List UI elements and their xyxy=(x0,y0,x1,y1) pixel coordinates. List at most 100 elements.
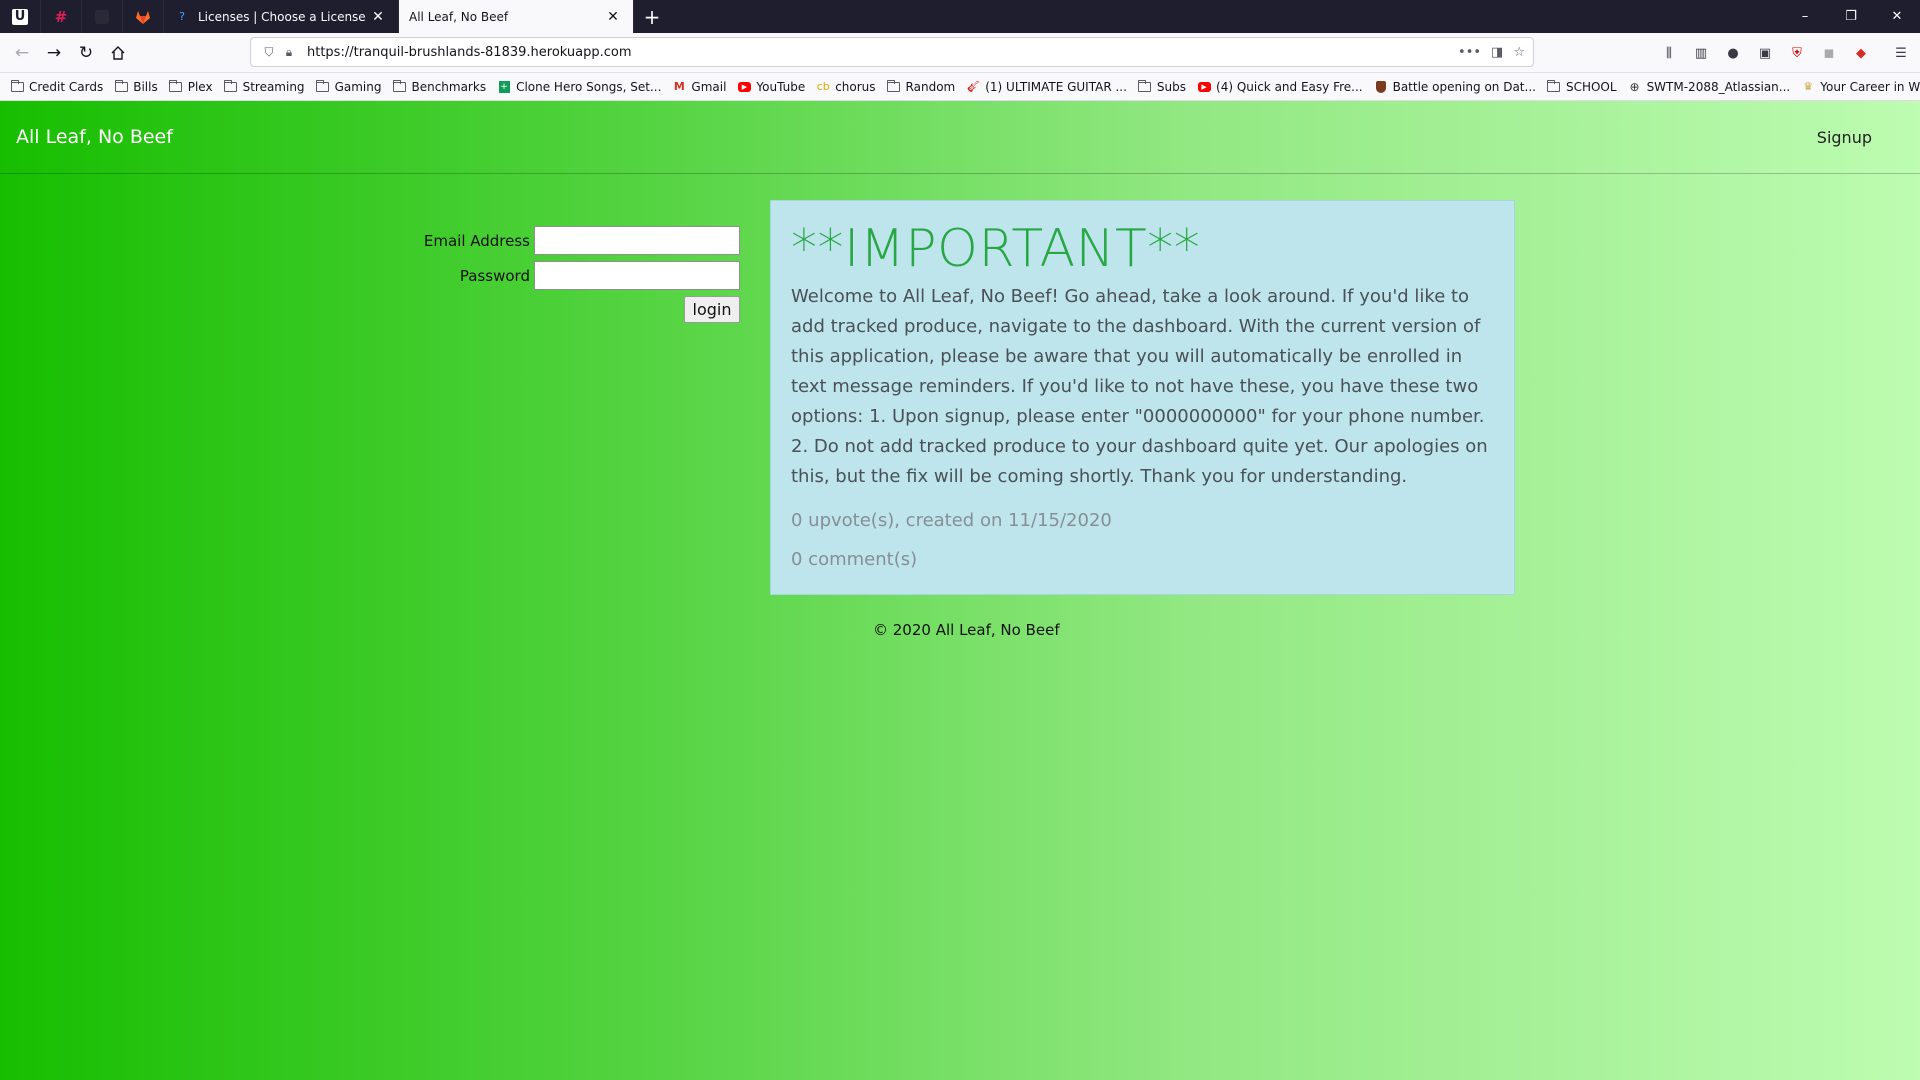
bookmark-item[interactable]: M Gmail xyxy=(672,79,727,94)
signup-link[interactable]: Signup xyxy=(1817,128,1872,147)
password-label: Password xyxy=(459,266,530,285)
extension-grey-icon[interactable]: ◼ xyxy=(1816,40,1842,66)
bookmark-label: Battle opening on Dat... xyxy=(1392,79,1536,94)
login-form: Email Address Password login xyxy=(420,223,740,323)
bookmark-label: Random xyxy=(905,79,956,94)
bookmark-item[interactable]: Streaming xyxy=(224,79,305,94)
tab-licenses[interactable]: ? Licenses | Choose a License ✕ xyxy=(164,0,399,33)
home-button[interactable] xyxy=(102,37,134,69)
pinned-tab-u[interactable]: U xyxy=(0,0,41,33)
bookmark-item[interactable]: ⊕ SWTM-2088_Atlassian... xyxy=(1628,80,1791,94)
new-tab-button[interactable]: + xyxy=(634,0,670,33)
bookmark-label: chorus xyxy=(835,79,876,94)
question-icon: ? xyxy=(179,10,185,23)
youtube-icon: ▶ xyxy=(737,81,751,93)
notice-body: Welcome to All Leaf, No Beef! Go ahead, … xyxy=(791,286,1488,487)
notice-comments-link[interactable]: 0 comment(s) xyxy=(791,549,1494,570)
bookmark-label: Subs xyxy=(1156,79,1187,94)
shield-icon xyxy=(1374,80,1388,93)
toolbar-extensions: ⫼ ▥ ● ▣ ⛨ ◼ ◆ ☰ xyxy=(1656,37,1914,69)
email-input[interactable] xyxy=(534,226,740,255)
bookmark-item[interactable]: Benchmarks xyxy=(392,79,487,94)
web-page: All Leaf, No Beef Signup Email Address P… xyxy=(0,101,1920,1080)
nav-bar: ← → ↻ ⛉ 🔒︎ https://tranquil-brushlands-8… xyxy=(0,33,1920,73)
folder-icon xyxy=(1547,79,1561,93)
password-row: Password xyxy=(420,258,740,293)
dark-app-icon xyxy=(95,9,109,24)
folder-icon xyxy=(1138,79,1152,93)
bookmark-item[interactable]: Credit Cards xyxy=(10,79,104,94)
tab-all-leaf[interactable]: All Leaf, No Beef ✕ xyxy=(399,0,634,33)
back-button[interactable]: ← xyxy=(6,37,38,69)
email-label: Email Address xyxy=(423,231,530,250)
bookmark-label: SWTM-2088_Atlassian... xyxy=(1646,79,1791,94)
bookmark-star-icon[interactable]: ☆ xyxy=(1513,45,1525,60)
bookmark-item[interactable]: Random xyxy=(887,79,956,94)
menu-icon[interactable]: ☰ xyxy=(1888,40,1914,66)
restore-button[interactable]: ❐ xyxy=(1828,0,1874,33)
login-button-row: login xyxy=(420,296,740,323)
bookmark-item[interactable]: Gaming xyxy=(316,79,382,94)
ublock-icon[interactable]: ⛨ xyxy=(1784,40,1810,66)
pocket-icon[interactable]: ◨ xyxy=(1491,45,1503,60)
pinned-tab-gitlab[interactable] xyxy=(123,0,164,33)
url-text[interactable]: https://tranquil-brushlands-81839.heroku… xyxy=(307,45,1458,60)
sidebar-icon[interactable]: ▥ xyxy=(1688,40,1714,66)
bookmark-label: Credit Cards xyxy=(29,79,104,94)
folder-icon xyxy=(114,79,128,93)
tab-close-icon[interactable]: ✕ xyxy=(605,9,621,25)
library-icon[interactable]: ⫼ xyxy=(1656,40,1682,66)
bookmark-label: Gaming xyxy=(334,79,382,94)
bookmark-item[interactable]: Battle opening on Dat... xyxy=(1374,80,1536,94)
bookmark-label: (1) ULTIMATE GUITAR ... xyxy=(985,79,1127,94)
back-arrow-icon: ← xyxy=(14,42,30,63)
folder-icon xyxy=(169,79,183,93)
bookmark-label: Gmail xyxy=(691,79,727,94)
account-icon[interactable]: ● xyxy=(1720,40,1746,66)
lastpass-icon[interactable]: ◆ xyxy=(1848,40,1874,66)
site-footer: © 2020 All Leaf, No Beef xyxy=(873,621,1060,639)
pinned-tab-dark[interactable] xyxy=(82,0,123,33)
trophy-icon: ♛ xyxy=(1803,80,1814,93)
guitar-icon: 🎸︎ xyxy=(966,80,981,93)
bookmark-item[interactable]: SCHOOL xyxy=(1547,79,1617,94)
bookmark-item[interactable]: ▶ (4) Quick and Easy Fre... xyxy=(1197,80,1363,94)
bookmark-item[interactable]: Plex xyxy=(169,79,213,94)
bookmark-label: Clone Hero Songs, Set... xyxy=(516,79,662,94)
bookmark-label: Your Career in Web De... xyxy=(1820,79,1920,94)
folder-icon xyxy=(10,79,24,93)
folder-icon xyxy=(887,79,901,93)
bookmark-label: SCHOOL xyxy=(1565,79,1617,94)
bookmark-item[interactable]: Bills xyxy=(114,79,158,94)
bookmark-item[interactable]: + Clone Hero Songs, Set... xyxy=(497,80,661,94)
lock-icon[interactable]: 🔒︎ xyxy=(279,45,299,60)
page-actions-icon[interactable]: ••• xyxy=(1458,45,1481,60)
bookmark-item[interactable]: ♛ Your Career in Web De... xyxy=(1801,80,1920,94)
globe-icon: ⊕ xyxy=(1629,79,1640,94)
tracking-shield-icon[interactable]: ⛉ xyxy=(259,45,279,60)
bookmark-item[interactable]: cb chorus xyxy=(816,79,876,94)
minimize-button[interactable]: – xyxy=(1782,0,1828,33)
container-icon[interactable]: ▣ xyxy=(1752,40,1778,66)
close-window-button[interactable]: ✕ xyxy=(1874,0,1920,33)
bookmark-item[interactable]: 🎸︎ (1) ULTIMATE GUITAR ... xyxy=(966,80,1127,94)
pinned-tab-slack[interactable]: # xyxy=(41,0,82,33)
password-input[interactable] xyxy=(534,261,740,290)
sheets-icon: + xyxy=(498,80,510,93)
url-bar[interactable]: ⛉ 🔒︎ https://tranquil-brushlands-81839.h… xyxy=(250,37,1534,67)
folder-icon xyxy=(392,79,406,93)
bookmark-item[interactable]: Subs xyxy=(1138,79,1187,94)
notice-title: **IMPORTANT** xyxy=(791,219,1201,279)
tab-title: All Leaf, No Beef xyxy=(409,9,509,24)
notice-upvotes-date: 0 upvote(s), created on 11/15/2020 xyxy=(791,510,1112,531)
youtube-icon: ▶ xyxy=(1197,81,1211,93)
tab-close-icon[interactable]: ✕ xyxy=(370,9,386,25)
bookmark-item[interactable]: ▶ YouTube xyxy=(737,80,805,94)
forward-button[interactable]: → xyxy=(38,37,70,69)
site-brand[interactable]: All Leaf, No Beef xyxy=(16,126,173,148)
reload-button[interactable]: ↻ xyxy=(70,37,102,69)
login-button[interactable]: login xyxy=(684,296,740,323)
tabbar-drag-area[interactable] xyxy=(670,0,1782,33)
bookmark-label: Benchmarks xyxy=(411,79,487,94)
tab-title: Licenses | Choose a License xyxy=(198,9,366,24)
